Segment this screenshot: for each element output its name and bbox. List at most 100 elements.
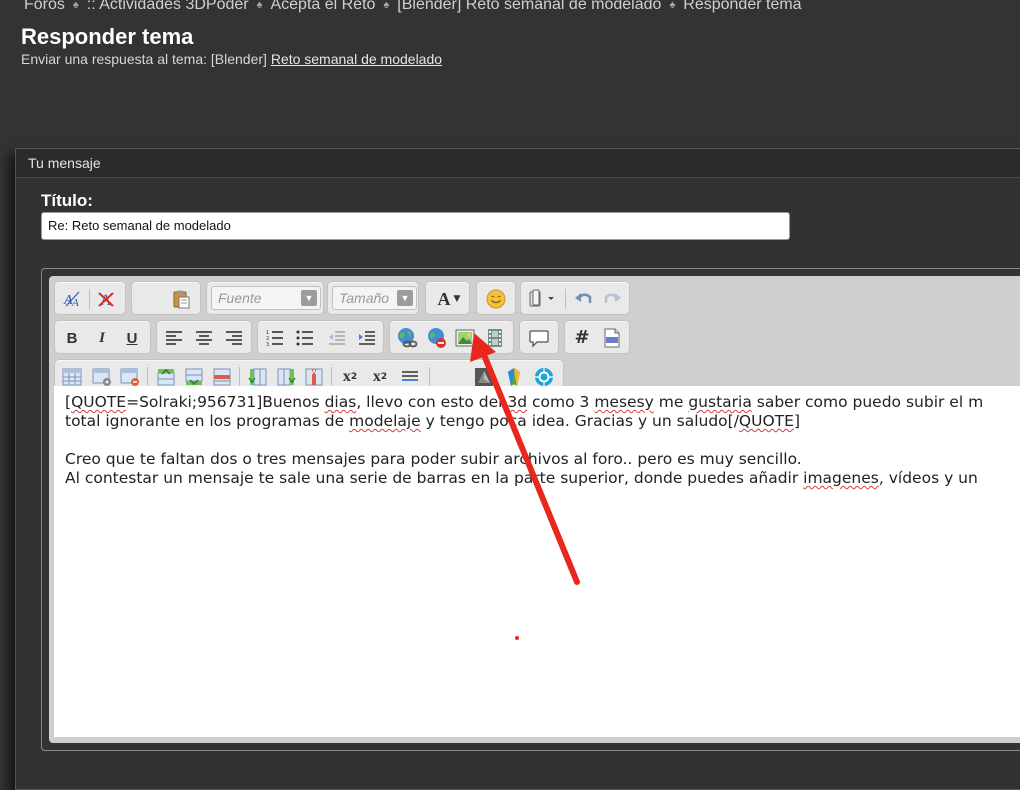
php-icon[interactable] bbox=[601, 327, 623, 349]
subscript-label: x bbox=[342, 368, 351, 385]
smiley-icon[interactable] bbox=[485, 288, 507, 310]
breadcrumb-separator: ♠ bbox=[383, 0, 390, 11]
font-group: Fuente ▼ bbox=[206, 281, 324, 315]
breadcrumb-item-foros[interactable]: Foros bbox=[24, 0, 65, 13]
quote-icon[interactable] bbox=[528, 327, 550, 349]
paste-group bbox=[131, 281, 201, 315]
delete-col-icon[interactable] bbox=[303, 366, 325, 388]
redo-icon[interactable] bbox=[601, 288, 623, 310]
panel-header: Tu mensaje bbox=[16, 149, 1020, 178]
italic-icon[interactable]: I bbox=[91, 327, 113, 349]
insert-col-after-icon[interactable] bbox=[275, 366, 297, 388]
remove-format-icon[interactable]: AA bbox=[61, 288, 83, 310]
editor-text: me bbox=[653, 393, 689, 411]
panel-heading: Tu mensaje bbox=[28, 155, 101, 171]
editor-line: total ignorante en los programas de mode… bbox=[65, 412, 1020, 431]
code-group: # bbox=[564, 320, 630, 354]
list-group: 123 bbox=[257, 320, 384, 354]
editor-text: total ignorante en los programas de bbox=[65, 412, 350, 430]
size-select-label: Tamaño bbox=[339, 290, 390, 306]
font-select[interactable]: Fuente ▼ bbox=[211, 286, 321, 310]
misspelled-word: modelaje bbox=[349, 412, 421, 430]
superscript-icon[interactable]: x2 bbox=[369, 366, 391, 388]
misspelled-word: imagenes bbox=[803, 469, 879, 487]
editor-text: y tengo poca idea. Gracias y un saludo[/ bbox=[420, 412, 739, 430]
outdent-icon[interactable] bbox=[326, 327, 348, 349]
editor-text: , llevo con esto del bbox=[356, 393, 508, 411]
insert-image-icon[interactable] bbox=[454, 327, 476, 349]
delete-table-icon[interactable] bbox=[119, 366, 141, 388]
misspelled-word: dias bbox=[324, 393, 357, 411]
editor-inner: AA A Fuente ▼ bbox=[49, 276, 1020, 743]
hash-label: # bbox=[574, 327, 590, 348]
subtitle-prefix: Enviar una respuesta al tema: [Blender] bbox=[21, 51, 267, 67]
svg-text:A: A bbox=[71, 297, 79, 309]
title-input[interactable]: Re: Reto semanal de modelado bbox=[41, 212, 790, 240]
horizontal-rule-icon[interactable] bbox=[399, 366, 421, 388]
paste-icon[interactable] bbox=[170, 288, 192, 310]
unlink-icon[interactable] bbox=[426, 327, 448, 349]
misspelled-word: QUOTE bbox=[71, 393, 127, 411]
smiley-group bbox=[476, 281, 516, 315]
toolbar-separator bbox=[89, 289, 90, 309]
breadcrumb-item-thread[interactable]: [Blender] Reto semanal de modelado bbox=[397, 0, 661, 13]
text-color-label: A bbox=[437, 289, 451, 309]
quote-group bbox=[519, 320, 559, 354]
font-select-label: Fuente bbox=[218, 290, 262, 306]
align-center-icon[interactable] bbox=[193, 327, 215, 349]
bold-label: B bbox=[66, 329, 78, 347]
code-hash-icon[interactable]: # bbox=[571, 327, 593, 349]
text-color-icon[interactable]: A ▼ bbox=[432, 288, 466, 310]
breadcrumb-item-current: Responder tema bbox=[683, 0, 802, 13]
editor-text: , vídeos y un bbox=[878, 469, 978, 487]
table-props-icon[interactable] bbox=[91, 366, 113, 388]
editor-text: Al contestar un mensaje te sale una seri… bbox=[65, 469, 804, 487]
insert-group bbox=[389, 320, 514, 354]
breadcrumb-separator: ♠ bbox=[256, 0, 263, 11]
annotation-dot bbox=[515, 636, 519, 640]
insert-video-icon[interactable] bbox=[484, 327, 506, 349]
breadcrumb: Foros ♠:: Actividades 3DPoder ♠ Acepta el R… bbox=[24, 0, 802, 16]
editor-frame: AA A Fuente ▼ bbox=[41, 268, 1020, 751]
plugin-green-icon[interactable] bbox=[503, 366, 525, 388]
breadcrumb-item-acepta-el-reto[interactable]: Acepta el Reto bbox=[270, 0, 375, 13]
insert-row-after-icon[interactable] bbox=[183, 366, 205, 388]
toolbar-separator bbox=[565, 289, 566, 309]
chevron-down-icon: ▼ bbox=[301, 290, 317, 306]
toolbar-separator bbox=[331, 367, 332, 387]
editor-line: [QUOTE=Solraki;956731]Buenos dias, llevo… bbox=[65, 393, 1020, 412]
breadcrumb-item-actividades[interactable]: :: Actividades 3DPoder bbox=[87, 0, 249, 13]
clear-format-icon[interactable]: A bbox=[95, 288, 117, 310]
ordered-list-icon[interactable]: 123 bbox=[264, 327, 286, 349]
table-icon[interactable] bbox=[61, 366, 83, 388]
editor-line: Al contestar un mensaje te sale una seri… bbox=[65, 469, 1020, 488]
chevron-down-icon: ▼ bbox=[397, 290, 413, 306]
breadcrumb-separator: ♠ bbox=[669, 0, 676, 11]
plugin-blue-icon[interactable] bbox=[533, 366, 555, 388]
underline-icon[interactable]: U bbox=[121, 327, 143, 349]
insert-row-before-icon[interactable] bbox=[155, 366, 177, 388]
align-right-icon[interactable] bbox=[223, 327, 245, 349]
history-group bbox=[520, 281, 630, 315]
size-select[interactable]: Tamaño ▼ bbox=[332, 286, 417, 310]
svg-text:3: 3 bbox=[266, 342, 269, 347]
paste-special-icon[interactable] bbox=[527, 288, 557, 310]
undo-icon[interactable] bbox=[573, 288, 595, 310]
thread-link[interactable]: Reto semanal de modelado bbox=[271, 51, 442, 67]
message-editor[interactable]: [QUOTE=Solraki;956731]Buenos dias, llevo… bbox=[54, 386, 1020, 737]
unordered-list-icon[interactable] bbox=[294, 327, 316, 349]
insert-link-icon[interactable] bbox=[396, 327, 418, 349]
insert-col-before-icon[interactable] bbox=[247, 366, 269, 388]
bold-icon[interactable]: B bbox=[61, 327, 83, 349]
chevron-down-icon: ▼ bbox=[453, 293, 461, 304]
delete-row-icon[interactable] bbox=[211, 366, 233, 388]
misspelled-word: 3d bbox=[507, 393, 528, 411]
sketchfab-icon[interactable] bbox=[473, 366, 495, 388]
align-left-icon[interactable] bbox=[163, 327, 185, 349]
indent-icon[interactable] bbox=[356, 327, 378, 349]
toolbar-separator bbox=[429, 367, 430, 387]
toolbar-separator bbox=[239, 367, 240, 387]
subscript-icon[interactable]: x2 bbox=[339, 366, 361, 388]
editor-text: saber como puedo subir el m bbox=[751, 393, 984, 411]
